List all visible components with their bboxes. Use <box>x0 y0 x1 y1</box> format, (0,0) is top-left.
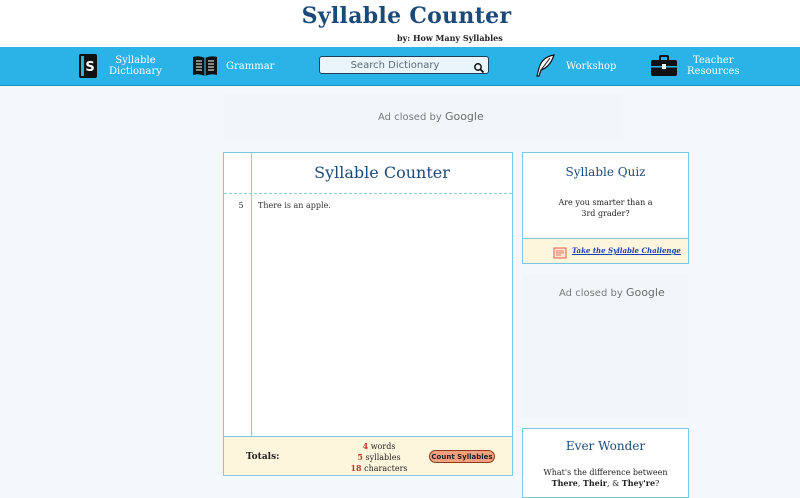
syllable-counter-panel: Syllable Counter 5 There is an apple. To… <box>223 152 513 476</box>
title-divider <box>224 193 512 194</box>
quill-icon <box>532 53 558 79</box>
line-syllable-count: 5 <box>238 201 244 210</box>
quiz-question: Are you smarter than a 3rd grader? <box>548 197 663 219</box>
count-syllables-button[interactable]: Count Syllables <box>429 450 495 463</box>
wonder-word-2: Their <box>582 478 608 488</box>
words-label: words <box>370 442 396 451</box>
top-ad-brand: Google <box>444 110 484 123</box>
characters-count: 18 <box>350 463 362 473</box>
nav-grammar[interactable]: Grammar <box>192 47 274 85</box>
wonder-text-line-1: What's the difference between <box>543 468 668 477</box>
text-input-area[interactable]: There is an apple. <box>258 201 331 210</box>
wonder-word-1: There <box>551 478 578 488</box>
quiz-title: Syllable Quiz <box>565 165 646 179</box>
words-count: 4 <box>362 441 369 451</box>
briefcase-icon <box>649 53 679 79</box>
totals-label: Totals: <box>246 452 280 462</box>
counter-title: Syllable Counter <box>314 163 450 182</box>
nav-workshop-label: Workshop <box>566 60 617 72</box>
site-byline[interactable]: by: How Many Syllables <box>397 33 503 43</box>
wonder-word-3: They're <box>621 478 656 488</box>
side-ad-label: Ad closed by <box>559 288 623 299</box>
syllable-quiz-card: Syllable Quiz Are you smarter than a 3rd… <box>522 152 689 264</box>
certificate-icon <box>553 244 567 259</box>
quiz-question-line-2: 3rd grader? <box>581 209 630 218</box>
side-ad-text: Ad closed by Google <box>559 286 665 299</box>
totals-stats: 4 words 5 syllables 18 characters <box>314 441 444 474</box>
site-header: Syllable Counter by: How Many Syllables <box>0 0 800 47</box>
nav-workshop[interactable]: Workshop <box>532 47 616 85</box>
wonder-title: Ever Wonder <box>565 439 646 453</box>
characters-label: characters <box>364 464 408 473</box>
top-ad-slot: Ad closed by Google <box>223 95 623 140</box>
nav-teacher-label-2: Resources <box>687 66 740 77</box>
search-icon[interactable] <box>473 59 485 74</box>
svg-text:S: S <box>85 60 94 75</box>
nav-syllable-dictionary[interactable]: S Syllable Dictionary <box>75 47 162 85</box>
nav-grammar-label: Grammar <box>226 60 275 72</box>
totals-bar: Totals: 4 words 5 syllables 18 character… <box>224 436 512 475</box>
syllables-label: syllables <box>365 453 401 462</box>
search-box <box>319 56 489 74</box>
top-ad-text: Ad closed by Google <box>378 110 484 123</box>
wonder-text: What's the difference between There, The… <box>531 467 680 489</box>
quiz-question-line-1: Are you smarter than a <box>558 198 653 207</box>
nav-dictionary-label-1: Syllable <box>115 55 156 66</box>
nav-dictionary-label-2: Dictionary <box>109 66 162 77</box>
syllables-count: 5 <box>357 452 363 462</box>
nav-teacher-resources[interactable]: Teacher Resources <box>649 47 739 85</box>
dictionary-book-icon: S <box>75 53 101 79</box>
site-logo-title[interactable]: Syllable Counter <box>0 3 800 29</box>
quiz-footer: Take the Syllable Challenge <box>523 238 688 263</box>
nav-teacher-label-1: Teacher <box>692 55 734 66</box>
top-ad-label: Ad closed by <box>378 112 442 123</box>
search-input[interactable] <box>320 57 470 73</box>
notebook-margin-line <box>251 153 252 437</box>
open-book-icon <box>192 53 218 79</box>
syllable-challenge-link[interactable]: Take the Syllable Challenge <box>572 246 681 255</box>
side-ad-brand: Google <box>625 286 665 299</box>
ever-wonder-card: Ever Wonder What's the difference betwee… <box>522 428 689 498</box>
side-ad-slot: Ad closed by Google <box>522 275 689 417</box>
